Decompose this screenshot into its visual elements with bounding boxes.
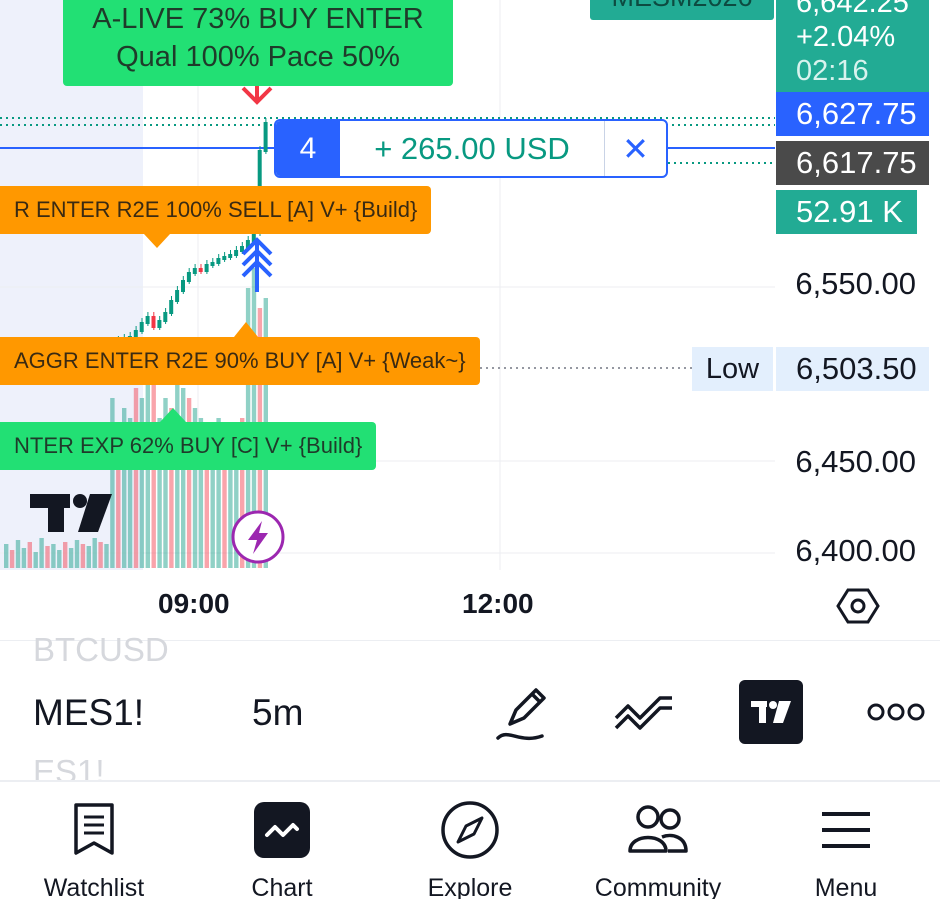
chart-area[interactable]: A-LIVE 73% BUY ENTER Qual 100% Pace 50% … (0, 0, 940, 640)
ghost-symbol-prev[interactable]: BTCUSD (33, 631, 169, 669)
nav-menu[interactable]: Menu (752, 782, 940, 899)
nav-label-chart: Chart (251, 874, 313, 899)
chart-settings-icon[interactable] (836, 586, 880, 626)
price-tick-6550: 6,550.00 (795, 266, 916, 301)
signal-pointers (144, 234, 258, 422)
sell-pointer (144, 234, 170, 248)
time-label-0900: 09:00 (158, 588, 230, 619)
exp-buy-pointer (160, 408, 186, 422)
volume-tag: 52.91 K (776, 190, 917, 234)
price-header-block: 6,642.25 +2.04% 02:16 (776, 0, 929, 92)
nav-label-watchlist: Watchlist (43, 874, 145, 899)
close-icon[interactable]: ✕ (604, 121, 666, 176)
header-countdown: 02:16 (796, 55, 869, 87)
trend-lines-icon[interactable] (612, 680, 676, 744)
time-label-1200: 12:00 (462, 588, 534, 619)
nav-explore[interactable]: Explore (376, 782, 564, 899)
nav-community[interactable]: Community (564, 782, 752, 899)
nav-label-explore: Explore (427, 874, 513, 899)
low-label: Low (692, 347, 773, 391)
price-tick-6450: 6,450.00 (795, 444, 916, 479)
watchlist-icon (62, 798, 126, 862)
aggr-buy-pointer (234, 322, 258, 337)
position-pnl: + 265.00 USD (374, 130, 570, 166)
more-icon[interactable] (864, 680, 928, 744)
tradingview-logo-icon[interactable] (739, 680, 803, 744)
position-price-tag: 6,617.75 (776, 141, 929, 185)
chart-icon (250, 798, 314, 862)
bottom-nav: Watchlist Chart Explore Community Menu (0, 780, 940, 899)
position-qty[interactable]: 4 (276, 121, 340, 176)
symbol-name[interactable]: MES1! (33, 692, 144, 734)
ghost-symbol-next[interactable]: ES1! (33, 753, 105, 781)
pencil-icon[interactable] (490, 680, 554, 744)
nav-label-menu: Menu (814, 874, 878, 899)
community-icon (626, 798, 690, 862)
symbol-tag-top: MESM2026 (590, 0, 774, 20)
header-price: 6,642.25 (796, 0, 909, 19)
low-price-tag: 6,503.50 (776, 347, 929, 391)
hamburger-icon (814, 798, 878, 862)
nav-label-community: Community (594, 874, 722, 899)
price-tick-6400: 6,400.00 (795, 533, 916, 568)
interval-selector[interactable]: 5m (252, 692, 303, 734)
header-change: +2.04% (796, 21, 896, 53)
last-price-tag: 6,627.75 (776, 92, 929, 136)
position-order-box[interactable]: 4 + 265.00 USD ✕ (274, 119, 668, 178)
compass-icon (438, 798, 502, 862)
nav-watchlist[interactable]: Watchlist (0, 782, 188, 899)
nav-chart[interactable]: Chart (188, 782, 376, 899)
